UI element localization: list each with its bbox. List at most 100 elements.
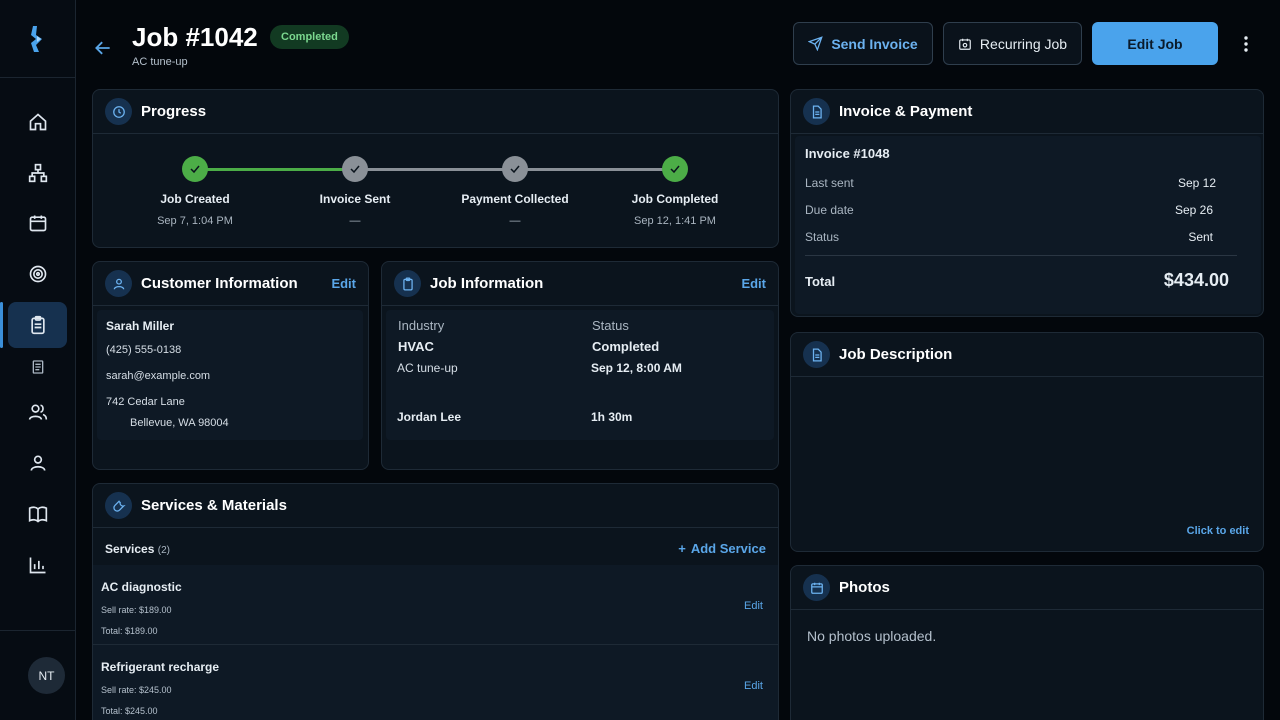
customer-address-line2: Bellevue, WA 98004 xyxy=(130,417,229,429)
customer-edit-link[interactable]: Edit xyxy=(331,276,356,291)
customer-header: Customer Information Edit xyxy=(93,262,368,306)
customer-phone[interactable]: (425) 555-0138 xyxy=(106,344,181,356)
due-date-label: Due date xyxy=(805,203,854,217)
photos-icon xyxy=(803,574,830,601)
sidebar-item-documents[interactable] xyxy=(8,354,67,380)
step-date: Sep 7, 1:04 PM xyxy=(157,215,233,227)
sidebar-item-org[interactable] xyxy=(8,150,67,196)
status-label: Status xyxy=(592,318,629,333)
total-label: Total xyxy=(805,274,836,289)
total-value: $434.00 xyxy=(1163,270,1229,290)
description-title: Job Description xyxy=(839,346,953,363)
target-icon xyxy=(29,265,46,283)
check-icon xyxy=(510,165,520,174)
step-payment-collected-marker xyxy=(502,156,528,182)
send-invoice-button[interactable]: Send Invoice xyxy=(793,22,933,65)
progress-line-1 xyxy=(195,168,355,171)
job-info-card: Job Information Edit Industry HVAC Statu… xyxy=(381,261,779,470)
sidebar: NT xyxy=(0,0,76,720)
check-icon xyxy=(350,165,360,174)
job-info-title: Job Information xyxy=(430,275,544,292)
customer-email[interactable]: sarah@example.com xyxy=(106,370,210,382)
avatar[interactable]: NT xyxy=(28,657,65,694)
invoice-number[interactable]: Invoice #1048 xyxy=(805,146,890,161)
job-scheduled: Sep 12, 8:00 AM xyxy=(591,361,682,375)
sidebar-item-reports[interactable] xyxy=(8,542,67,588)
app-logo[interactable] xyxy=(0,0,76,78)
sidebar-item-jobs[interactable] xyxy=(0,302,67,348)
status-badge: Completed xyxy=(270,25,349,49)
status-value: Completed xyxy=(592,339,660,354)
clock-icon xyxy=(105,98,132,125)
sidebar-item-calendar[interactable] xyxy=(8,200,67,246)
last-sent-value: Sep 12 xyxy=(1177,176,1216,190)
calendar-repeat-icon xyxy=(959,38,971,50)
list-item xyxy=(93,565,778,644)
services-label: Services xyxy=(105,542,155,556)
due-date-value: Sep 26 xyxy=(1174,203,1213,217)
check-icon xyxy=(670,165,680,174)
document-icon xyxy=(32,360,43,374)
customer-name: Sarah Miller xyxy=(106,319,175,333)
sidebar-item-home[interactable] xyxy=(8,99,67,145)
page-title: Job #1042 xyxy=(132,22,258,52)
logo-icon xyxy=(31,25,42,52)
recurring-job-button[interactable]: Recurring Job xyxy=(943,22,1082,65)
check-icon xyxy=(190,165,200,174)
step-job-created-marker xyxy=(182,156,208,182)
service-edit-link[interactable]: Edit xyxy=(744,680,763,692)
industry-label: Industry xyxy=(398,318,445,333)
description-icon xyxy=(803,341,830,368)
arrow-left-icon xyxy=(95,41,110,55)
service-name: Refrigerant recharge xyxy=(101,660,220,674)
sidebar-item-customers[interactable] xyxy=(8,440,67,486)
services-title: Services & Materials xyxy=(141,497,287,514)
sidebar-item-target[interactable] xyxy=(8,251,67,297)
progress-title: Progress xyxy=(141,103,207,120)
edit-job-button[interactable]: Edit Job xyxy=(1092,22,1218,65)
invoice-title: Invoice & Payment xyxy=(839,103,973,120)
user-icon xyxy=(30,455,45,471)
step-date: Sep 12, 1:41 PM xyxy=(634,215,716,227)
job-technician: Jordan Lee xyxy=(397,410,462,424)
status-label: Status xyxy=(805,230,840,244)
click-to-edit-link[interactable]: Click to edit xyxy=(1187,525,1249,537)
last-sent-label: Last sent xyxy=(805,176,854,190)
sidebar-item-team[interactable] xyxy=(8,389,67,435)
service-edit-link[interactable]: Edit xyxy=(744,600,763,612)
description-card: Job Description Click to edit xyxy=(790,332,1264,552)
status-value: Sent xyxy=(1188,230,1213,244)
add-service-label: Add Service xyxy=(690,541,766,556)
photos-title: Photos xyxy=(839,579,890,596)
step-label: Invoice Sent xyxy=(319,192,391,206)
user-icon xyxy=(105,270,132,297)
kebab-menu-icon xyxy=(1244,36,1248,52)
photos-card: Photos No photos uploaded. xyxy=(790,565,1264,720)
job-duration: 1h 30m xyxy=(591,410,633,424)
more-options-button[interactable] xyxy=(1236,32,1256,56)
send-icon xyxy=(808,36,824,51)
customer-card: Customer Information Edit Sarah Miller (… xyxy=(92,261,369,470)
services-card: Services & Materials Services (2) + Add S… xyxy=(92,483,779,720)
add-service-button[interactable]: + Add Service xyxy=(678,541,766,556)
step-date: — xyxy=(509,215,521,227)
wrench-icon xyxy=(105,492,132,519)
step-label: Job Created xyxy=(160,192,230,206)
photos-header: Photos xyxy=(791,566,1263,610)
invoice-icon xyxy=(803,98,830,125)
sidebar-item-pricebook[interactable] xyxy=(8,491,67,537)
page-subtitle: AC tune-up xyxy=(132,56,188,68)
invoice-divider xyxy=(805,255,1237,256)
industry-value: HVAC xyxy=(398,339,434,354)
job-info-header: Job Information Edit xyxy=(382,262,778,306)
job-info-edit-link[interactable]: Edit xyxy=(741,276,766,291)
recurring-job-label: Recurring Job xyxy=(979,35,1068,52)
step-label: Payment Collected xyxy=(461,192,569,206)
services-count: (2) xyxy=(157,545,170,556)
bar-chart-icon xyxy=(29,557,45,574)
customer-address-line1: 742 Cedar Lane xyxy=(106,396,185,408)
step-label: Job Completed xyxy=(631,192,719,206)
back-button[interactable] xyxy=(93,38,113,63)
clipboard-icon xyxy=(30,315,45,335)
service-sell-rate: Sell rate: $245.00 xyxy=(101,685,172,695)
